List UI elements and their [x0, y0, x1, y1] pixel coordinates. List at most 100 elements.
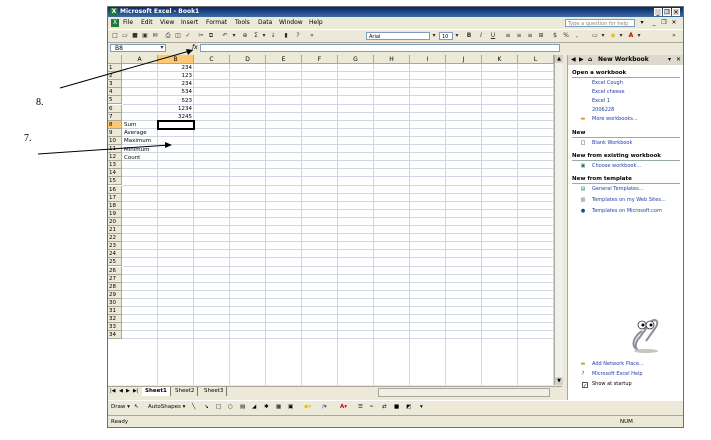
font-size-dropdown-icon[interactable]: ▾: [453, 32, 461, 40]
recent-file-excel-cough[interactable]: Excel Cough: [592, 79, 623, 87]
pane-forward-icon[interactable]: ▶: [579, 55, 584, 65]
excel-help-link[interactable]: Microsoft Excel Help: [592, 370, 643, 378]
draw-menu-button[interactable]: Draw ▾: [111, 403, 130, 411]
autoshapes-menu-button[interactable]: AutoShapes ▾: [148, 403, 185, 411]
textbox-icon[interactable]: ▤: [240, 403, 245, 411]
recent-file-excel-1[interactable]: Excel 1: [592, 97, 610, 105]
row-header-3[interactable]: 3: [108, 80, 122, 89]
blank-workbook-link[interactable]: Blank Workbook: [592, 139, 632, 147]
borders-icon[interactable]: ▭: [591, 32, 599, 40]
column-header-f[interactable]: F: [302, 55, 338, 64]
pane-close-icon[interactable]: ✕: [676, 55, 681, 65]
arrow-icon[interactable]: ↘: [204, 403, 209, 411]
open-icon[interactable]: ▭: [121, 32, 129, 40]
spelling-icon[interactable]: ✓: [184, 32, 192, 40]
column-header-d[interactable]: D: [230, 55, 266, 64]
scroll-up-icon[interactable]: ▲: [555, 55, 563, 63]
row-header-27[interactable]: 27: [108, 274, 122, 283]
line-color-icon[interactable]: ∕▾: [322, 403, 327, 411]
row-header-10[interactable]: 10: [108, 136, 122, 145]
menu-help[interactable]: Help: [309, 18, 323, 28]
italic-button[interactable]: I: [477, 32, 485, 40]
column-header-h[interactable]: H: [374, 55, 410, 64]
row-header-33[interactable]: 33: [108, 323, 122, 332]
ask-question-box[interactable]: Type a question for help: [565, 19, 635, 27]
cell-a8[interactable]: Sum: [124, 121, 136, 129]
cell-a9[interactable]: Average: [124, 129, 147, 137]
row-header-34[interactable]: 34: [108, 331, 122, 340]
row-header-11[interactable]: 11: [108, 145, 122, 154]
dash-style-icon[interactable]: ┅: [370, 403, 373, 411]
toolbar-options-right-icon[interactable]: »: [670, 32, 678, 40]
line-icon[interactable]: ╲: [192, 403, 195, 411]
wordart-icon[interactable]: ◢: [252, 403, 256, 411]
permission-icon[interactable]: ▣: [141, 32, 149, 40]
merge-center-icon[interactable]: ⊞: [537, 32, 545, 40]
name-box-dropdown-icon[interactable]: ▾: [158, 44, 166, 52]
next-sheet-icon[interactable]: ▶: [126, 387, 130, 396]
insert-function-icon[interactable]: fx: [192, 44, 198, 51]
cell-b3[interactable]: 234: [158, 80, 193, 88]
horizontal-scrollbar[interactable]: [378, 388, 550, 397]
toolbar-options-icon[interactable]: »: [308, 32, 316, 40]
row-header-22[interactable]: 22: [108, 234, 122, 243]
draw-fill-color-icon[interactable]: ◆▾: [304, 403, 311, 411]
column-header-l[interactable]: L: [518, 55, 554, 64]
chart-wizard-icon[interactable]: ▮: [282, 32, 290, 40]
align-center-icon[interactable]: ≡: [515, 32, 523, 40]
row-header-7[interactable]: 7: [108, 112, 122, 121]
column-header-a[interactable]: A: [122, 55, 158, 64]
cut-icon[interactable]: ✂: [197, 32, 205, 40]
row-header-15[interactable]: 15: [108, 177, 122, 186]
menu-tools[interactable]: Tools: [235, 18, 250, 28]
minimize-button[interactable]: _: [654, 8, 662, 16]
row-header-21[interactable]: 21: [108, 226, 122, 235]
office-assistant-clippy-icon[interactable]: [628, 313, 662, 353]
menu-edit[interactable]: Edit: [141, 18, 153, 28]
menu-view[interactable]: View: [160, 18, 174, 28]
borders-dropdown-icon[interactable]: ▾: [599, 32, 607, 40]
row-header-23[interactable]: 23: [108, 242, 122, 251]
font-color-dropdown-icon[interactable]: ▾: [635, 32, 643, 40]
column-header-i[interactable]: I: [410, 55, 446, 64]
pane-back-icon[interactable]: ◀: [571, 55, 576, 65]
print-preview-icon[interactable]: ◫: [174, 32, 182, 40]
row-header-30[interactable]: 30: [108, 298, 122, 307]
row-header-4[interactable]: 4: [108, 88, 122, 97]
restore-button[interactable]: ❐: [663, 8, 671, 16]
row-header-2[interactable]: 2: [108, 72, 122, 81]
fill-color-dropdown-icon[interactable]: ▾: [617, 32, 625, 40]
currency-button[interactable]: $: [551, 32, 559, 40]
recent-file-2006228[interactable]: 2006228: [592, 106, 614, 114]
column-header-c[interactable]: C: [194, 55, 230, 64]
menu-insert[interactable]: Insert: [181, 18, 198, 28]
recent-file-excel-cheese[interactable]: Excel cheese: [592, 88, 625, 96]
cell-b1[interactable]: 234: [158, 64, 193, 72]
percent-button[interactable]: %: [562, 32, 570, 40]
diagram-icon[interactable]: ✱: [264, 403, 269, 411]
row-header-8[interactable]: 8: [108, 120, 122, 129]
draw-font-color-icon[interactable]: A▾: [340, 403, 347, 411]
tab-sheet1[interactable]: Sheet1: [142, 387, 171, 396]
rectangle-icon[interactable]: □: [216, 403, 221, 411]
cell-b6[interactable]: 1234: [158, 105, 192, 113]
row-header-26[interactable]: 26: [108, 266, 122, 275]
help-icon[interactable]: ?: [294, 32, 302, 40]
arrow-style-icon[interactable]: ⇄: [382, 403, 387, 411]
font-name-box[interactable]: Arial: [366, 32, 430, 40]
menu-window[interactable]: Window: [279, 18, 303, 28]
cell-b5[interactable]: 523: [158, 97, 193, 105]
row-header-6[interactable]: 6: [108, 104, 122, 113]
column-header-b[interactable]: B: [158, 55, 194, 64]
tab-sheet3[interactable]: Sheet3: [201, 387, 228, 396]
row-header-17[interactable]: 17: [108, 193, 122, 202]
bold-button[interactable]: B: [465, 32, 473, 40]
selected-cell-b8[interactable]: [157, 120, 195, 130]
row-header-19[interactable]: 19: [108, 209, 122, 218]
prev-sheet-icon[interactable]: ◀: [119, 387, 123, 396]
picture-icon[interactable]: ▣: [288, 403, 293, 411]
hyperlink-icon[interactable]: ⊕: [241, 32, 249, 40]
new-icon[interactable]: □: [111, 32, 119, 40]
row-header-24[interactable]: 24: [108, 250, 122, 259]
undo-icon[interactable]: ↶: [221, 32, 229, 40]
